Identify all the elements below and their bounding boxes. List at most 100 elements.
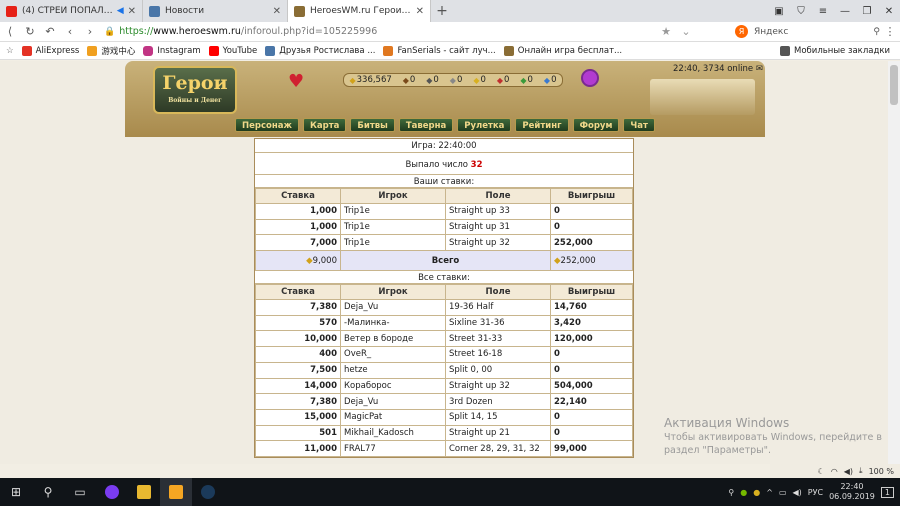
game-center-icon bbox=[87, 45, 98, 56]
chevron-up-icon[interactable]: ^ bbox=[766, 488, 773, 497]
menu-item-chat[interactable]: Чат bbox=[623, 118, 655, 132]
chevron-down-icon[interactable]: ⌄ bbox=[676, 25, 696, 38]
menu-item-character[interactable]: Персонаж bbox=[235, 118, 299, 132]
yandex-browser-button[interactable] bbox=[160, 478, 192, 506]
roulette-results: Игра: 22:40:00 Выпало число 32 Ваши став… bbox=[254, 138, 634, 458]
table-row: 400 OveR_ Street 16-18 0 bbox=[255, 346, 633, 363]
cell-player[interactable]: -Малинка- bbox=[340, 314, 446, 332]
total-bet-cell: ◆9,000 bbox=[255, 250, 341, 272]
cell-field: Straight up 32 bbox=[445, 377, 551, 395]
cell-player[interactable]: Кораборос bbox=[340, 377, 446, 395]
alice-button[interactable] bbox=[96, 478, 128, 506]
cell-player[interactable]: Deja_Vu bbox=[340, 393, 446, 410]
close-icon[interactable]: ✕ bbox=[128, 6, 136, 17]
explorer-button[interactable] bbox=[128, 478, 160, 506]
bookmark-aliexpress[interactable]: AliExpress bbox=[21, 45, 79, 56]
download-icon[interactable]: ⤓ bbox=[859, 466, 863, 476]
menu-item-rating[interactable]: Рейтинг bbox=[515, 118, 569, 132]
tab-manager-icon[interactable]: ▣ bbox=[768, 6, 790, 17]
bookmark-star-icon[interactable]: ☆ bbox=[6, 46, 14, 56]
mobile-bookmarks[interactable]: Мобильные закладки bbox=[780, 45, 890, 56]
volume-icon[interactable]: ◀) bbox=[844, 467, 853, 476]
bookmark-fanserials[interactable]: FanSerials - сайт луч... bbox=[383, 45, 496, 56]
search-button[interactable]: ⚲ bbox=[32, 478, 64, 506]
tab-heroeswm[interactable]: HeroesWM.ru Герои войны и ... ✕ bbox=[288, 0, 431, 22]
close-icon[interactable]: ✕ bbox=[416, 6, 424, 17]
cell-player[interactable]: hetze bbox=[340, 361, 446, 379]
reload-icon[interactable]: ↻ bbox=[20, 25, 40, 38]
bookmark-instagram[interactable]: Instagram bbox=[143, 45, 201, 56]
menu-item-tavern[interactable]: Таверна bbox=[398, 118, 454, 132]
minimize-icon[interactable]: — bbox=[834, 6, 856, 17]
cell-player[interactable]: OveR_ bbox=[340, 346, 446, 363]
star-icon[interactable]: ★ bbox=[656, 25, 676, 38]
cell-field: Split 0, 00 bbox=[445, 361, 551, 379]
maximize-icon[interactable]: ❐ bbox=[856, 6, 878, 17]
new-tab-button[interactable]: + bbox=[431, 0, 453, 22]
cell-field: 3rd Dozen bbox=[445, 393, 551, 410]
potion-icon[interactable] bbox=[581, 69, 599, 87]
forward-arrow-icon[interactable]: › bbox=[80, 25, 100, 38]
cell-player[interactable]: Trip1e bbox=[340, 203, 446, 220]
cell-win: 99,000 bbox=[550, 440, 633, 457]
speaker-icon[interactable]: ◀) bbox=[793, 488, 802, 497]
url-input[interactable]: 🔒 https:// www.heroeswm.ru /inforoul.php… bbox=[104, 24, 656, 40]
cell-player[interactable]: Deja_Vu bbox=[340, 299, 446, 316]
notifications-icon[interactable]: 1 bbox=[880, 486, 894, 498]
resource-value: 0 bbox=[527, 75, 533, 85]
cell-player[interactable]: Mikhail_Kadosch bbox=[340, 424, 446, 442]
mail-icon[interactable]: ✉ bbox=[756, 64, 763, 74]
bookmark-youtube[interactable]: YouTube bbox=[208, 45, 257, 56]
castle-image bbox=[650, 79, 755, 115]
night-mode-icon[interactable]: ☾ bbox=[818, 467, 825, 476]
all-bets-table: Ставка Игрок Поле Выигрыш 7,380 Deja_Vu 19… bbox=[255, 284, 633, 457]
task-view-button[interactable]: ▭ bbox=[64, 478, 96, 506]
back-icon[interactable]: ⟨ bbox=[0, 25, 20, 38]
table-row: 14,000 Кораборос Straight up 32 504,000 bbox=[255, 377, 633, 395]
menu-item-map[interactable]: Карта bbox=[302, 118, 347, 132]
menu-item-battles[interactable]: Битвы bbox=[350, 118, 395, 132]
shield-icon[interactable]: ● bbox=[753, 488, 760, 497]
tab-vk-news[interactable]: Новости ✕ bbox=[143, 0, 288, 22]
search-box[interactable]: Я Яндекс ⚲ bbox=[735, 24, 880, 40]
language-indicator[interactable]: РУС bbox=[808, 488, 823, 497]
bookmark-vk-friends[interactable]: Друзья Ростислава ... bbox=[265, 45, 375, 56]
bookmark-game-center[interactable]: 游戏中心 bbox=[87, 45, 135, 57]
menu-icon[interactable]: ≡ bbox=[812, 6, 834, 17]
protect-icon[interactable]: ⛉ bbox=[790, 6, 812, 17]
cell-player[interactable]: FRAL77 bbox=[340, 440, 446, 457]
search-icon[interactable]: ⚲ bbox=[873, 27, 880, 37]
back-arrow-icon[interactable]: ‹ bbox=[60, 25, 80, 38]
speaker-icon[interactable]: ◀ bbox=[117, 6, 124, 16]
more-icon[interactable]: ⋮ bbox=[880, 25, 900, 38]
close-window-icon[interactable]: ✕ bbox=[878, 6, 900, 17]
start-button[interactable]: ⊞ bbox=[0, 478, 32, 506]
resource-ore: ◆ 0 bbox=[426, 75, 439, 85]
person-icon[interactable]: ⚲ bbox=[728, 488, 734, 497]
heart-icon[interactable]: ♥ bbox=[288, 71, 304, 92]
wifi-icon[interactable]: ◠ bbox=[831, 467, 838, 476]
url-host: www.heroeswm.ru bbox=[153, 26, 241, 37]
table-row: 15,000 MagicPat Split 14, 15 0 bbox=[255, 408, 633, 426]
network-icon[interactable]: ▭ bbox=[779, 488, 787, 497]
game-logo[interactable]: Герои Войны и Денег bbox=[153, 66, 237, 114]
scrollbar-thumb[interactable] bbox=[890, 65, 898, 105]
clock[interactable]: 22:40 06.09.2019 bbox=[829, 482, 875, 502]
cell-player[interactable]: Ветер в бороде bbox=[340, 330, 446, 348]
table-row: 1,000 Trip1e Straight up 33 0 bbox=[255, 203, 633, 220]
menu-item-forum[interactable]: Форум bbox=[572, 118, 620, 132]
cell-player[interactable]: Trip1e bbox=[340, 234, 446, 252]
nvidia-icon[interactable]: ● bbox=[740, 488, 747, 497]
bookmark-heroeswm[interactable]: Онлайн игра бесплат... bbox=[503, 45, 622, 56]
vk-icon bbox=[149, 5, 160, 17]
close-icon[interactable]: ✕ bbox=[273, 6, 281, 17]
menu-item-roulette[interactable]: Рулетка bbox=[457, 118, 512, 132]
tab-youtube[interactable]: (4) СТРЕЙ ПОПАЛСЯ С Г... ◀ ✕ bbox=[0, 0, 143, 22]
zoom-level[interactable]: 100 % bbox=[869, 467, 894, 476]
cell-player[interactable]: Trip1e bbox=[340, 218, 446, 236]
undo-icon[interactable]: ↶ bbox=[40, 25, 60, 38]
page-scrollbar[interactable] bbox=[888, 61, 900, 464]
cell-player[interactable]: MagicPat bbox=[340, 408, 446, 426]
steam-button[interactable] bbox=[192, 478, 224, 506]
watermark-line1: Чтобы активировать Windows, перейдите в bbox=[664, 432, 882, 443]
